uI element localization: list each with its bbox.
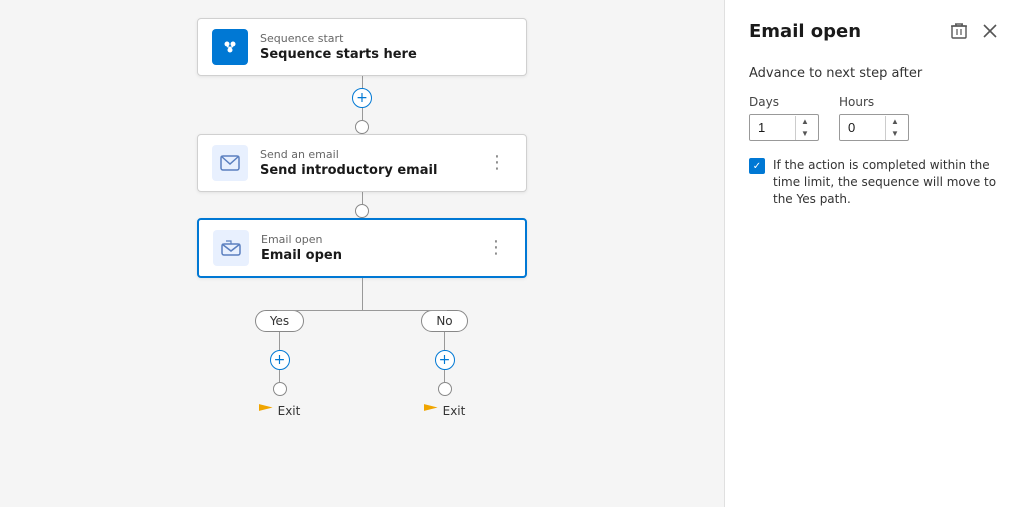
- email-open-text: Email open Email open: [261, 233, 469, 263]
- add-step-1[interactable]: +: [352, 88, 372, 108]
- yes-exit: Exit: [259, 404, 301, 418]
- hours-spinner-buttons: ▲ ▼: [885, 116, 904, 140]
- panel-actions: [948, 20, 1000, 42]
- branch-area: Yes + Exit No +: [197, 278, 527, 418]
- sequence-start-icon: [212, 29, 248, 65]
- time-fields: Days ▲ ▼ Hours ▲ ▼: [749, 95, 1000, 141]
- yes-circle: [273, 382, 287, 396]
- panel-title: Email open: [749, 21, 861, 42]
- yes-pill: Yes: [255, 310, 304, 332]
- circle-2: [355, 204, 369, 218]
- days-field-group: Days ▲ ▼: [749, 95, 819, 141]
- hours-field-group: Hours ▲ ▼: [839, 95, 909, 141]
- no-add-step[interactable]: +: [435, 350, 455, 370]
- no-pill: No: [421, 310, 467, 332]
- yes-add-step[interactable]: +: [270, 350, 290, 370]
- email-open-node[interactable]: Email open Email open ⋮: [197, 218, 527, 278]
- checkbox-row[interactable]: If the action is completed within the ti…: [749, 157, 1000, 207]
- hours-input[interactable]: [840, 115, 885, 140]
- connector-1: +: [352, 76, 372, 134]
- email-open-title: Email open: [261, 248, 469, 263]
- yes-exit-flag: [259, 404, 273, 418]
- circle-1: [355, 120, 369, 134]
- no-exit: Exit: [424, 404, 466, 418]
- hours-label: Hours: [839, 95, 909, 109]
- right-panel: Email open Advance to: [724, 0, 1024, 507]
- sequence-start-node[interactable]: Sequence start Sequence starts here: [197, 18, 527, 76]
- panel-header: Email open: [749, 20, 1000, 42]
- line-1: [362, 76, 363, 88]
- send-email-text: Send an email Send introductory email: [260, 148, 470, 178]
- branch-center-line: [362, 278, 363, 310]
- line-2: [362, 108, 363, 120]
- no-circle: [438, 382, 452, 396]
- sequence-start-label: Sequence start: [260, 32, 512, 45]
- hours-spinner: ▲ ▼: [839, 114, 909, 141]
- section-label: Advance to next step after: [749, 66, 1000, 81]
- hours-up-button[interactable]: ▲: [886, 116, 904, 128]
- canvas-area: Sequence start Sequence starts here + Se…: [0, 0, 724, 507]
- flow-container: Sequence start Sequence starts here + Se…: [197, 18, 527, 418]
- checkbox-text: If the action is completed within the ti…: [773, 157, 1000, 207]
- no-exit-flag: [424, 404, 438, 418]
- branch-lines: [197, 278, 527, 310]
- days-down-button[interactable]: ▼: [796, 128, 814, 140]
- send-email-label: Send an email: [260, 148, 470, 161]
- delete-button[interactable]: [948, 20, 970, 42]
- sequence-start-title: Sequence starts here: [260, 47, 512, 62]
- branches: Yes + Exit No +: [197, 310, 527, 418]
- hours-down-button[interactable]: ▼: [886, 128, 904, 140]
- email-open-menu[interactable]: ⋮: [481, 237, 511, 259]
- line-3: [362, 192, 363, 204]
- yes-exit-label: Exit: [278, 404, 301, 418]
- send-email-icon: [212, 145, 248, 181]
- send-email-node[interactable]: Send an email Send introductory email ⋮: [197, 134, 527, 192]
- branch-h-line: [277, 310, 447, 311]
- no-branch: No + Exit: [362, 310, 527, 418]
- close-button[interactable]: [980, 21, 1000, 41]
- send-email-title: Send introductory email: [260, 163, 470, 178]
- days-label: Days: [749, 95, 819, 109]
- send-email-menu[interactable]: ⋮: [482, 152, 512, 174]
- no-exit-label: Exit: [443, 404, 466, 418]
- connector-2: [355, 192, 369, 218]
- yes-path-checkbox[interactable]: [749, 158, 765, 174]
- days-input[interactable]: [750, 115, 795, 140]
- days-spinner: ▲ ▼: [749, 114, 819, 141]
- sequence-start-text: Sequence start Sequence starts here: [260, 32, 512, 62]
- email-open-icon: [213, 230, 249, 266]
- yes-branch: Yes + Exit: [197, 310, 362, 418]
- days-up-button[interactable]: ▲: [796, 116, 814, 128]
- days-spinner-buttons: ▲ ▼: [795, 116, 814, 140]
- email-open-label: Email open: [261, 233, 469, 246]
